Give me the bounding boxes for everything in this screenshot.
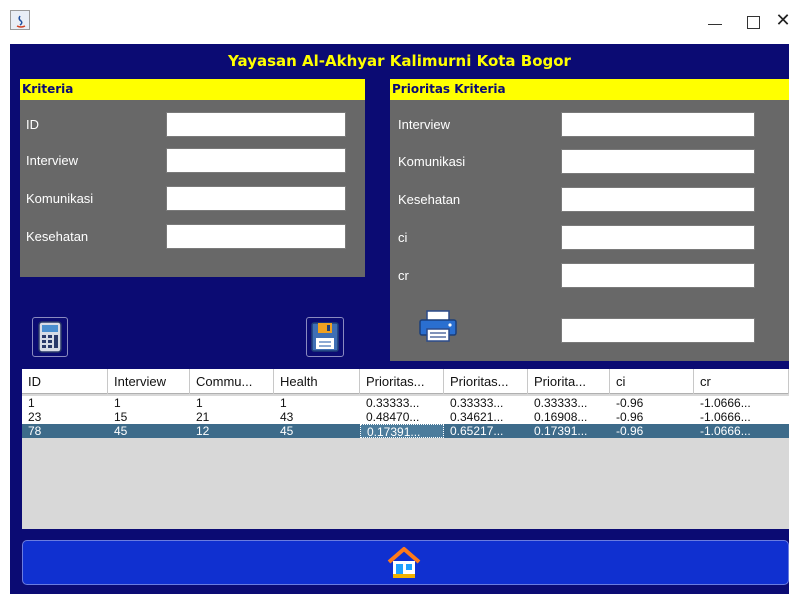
interview-field[interactable] bbox=[166, 148, 346, 173]
table-cell: -0.96 bbox=[616, 410, 644, 424]
app-content: Yayasan Al-Akhyar Kalimurni Kota Bogor K… bbox=[10, 44, 789, 594]
calculate-button[interactable] bbox=[32, 317, 68, 357]
table-cell-focused: 0.17391... bbox=[360, 424, 444, 438]
column-header-cr[interactable]: cr bbox=[694, 369, 789, 394]
column-header-prioritas-1[interactable]: Prioritas... bbox=[360, 369, 444, 394]
table-cell: 0.65217... bbox=[450, 424, 504, 438]
application-window: ✕ Yayasan Al-Akhyar Kalimurni Kota Bogor… bbox=[0, 0, 789, 594]
table-cell: 15 bbox=[114, 410, 128, 424]
print-button[interactable] bbox=[402, 307, 474, 345]
prioritas-interview-label: Interview bbox=[398, 117, 451, 132]
prioritas-kesehatan-field[interactable] bbox=[561, 187, 755, 212]
column-header-prioritas-2[interactable]: Prioritas... bbox=[444, 369, 528, 394]
close-button[interactable]: ✕ bbox=[768, 10, 789, 34]
table-cell: -1.0666... bbox=[700, 410, 751, 424]
column-header-ci[interactable]: ci bbox=[610, 369, 694, 394]
table-cell: 1 bbox=[280, 396, 287, 410]
column-header-interview[interactable]: Interview bbox=[108, 369, 190, 394]
table-header: ID Interview Commu... Health Prioritas..… bbox=[22, 369, 789, 394]
prioritas-interview-field[interactable] bbox=[561, 112, 755, 137]
kesehatan-label: Kesehatan bbox=[26, 229, 89, 244]
cr-field[interactable] bbox=[561, 263, 755, 288]
table-cell: 21 bbox=[196, 410, 210, 424]
table-row-selected[interactable]: 78 45 12 45 0.17391... 0.65217... 0.1739… bbox=[22, 424, 789, 438]
save-button[interactable] bbox=[306, 317, 344, 357]
table-cell: 0.33333... bbox=[366, 396, 420, 410]
table-cell: 45 bbox=[114, 424, 128, 438]
kriteria-panel: Kriteria ID Interview Komunikasi Kesehat… bbox=[20, 79, 365, 277]
prioritas-kriteria-panel: Prioritas Kriteria Interview Komunikasi … bbox=[390, 79, 789, 361]
table-cell: 45 bbox=[280, 424, 294, 438]
column-header-prioritas-3[interactable]: Priorita... bbox=[528, 369, 610, 394]
maximize-button[interactable] bbox=[738, 10, 768, 34]
title-bar: ✕ bbox=[0, 0, 789, 44]
table-cell: 78 bbox=[28, 424, 42, 438]
minimize-button[interactable] bbox=[700, 10, 730, 34]
table-cell: 0.34621... bbox=[450, 410, 504, 424]
kriteria-table[interactable]: ID Interview Commu... Health Prioritas..… bbox=[22, 369, 789, 529]
table-cell: -1.0666... bbox=[700, 424, 751, 438]
table-cell: 0.16908... bbox=[534, 410, 588, 424]
prioritas-kesehatan-label: Kesehatan bbox=[398, 192, 461, 207]
interview-label: Interview bbox=[26, 153, 79, 168]
table-cell: -1.0666... bbox=[700, 396, 751, 410]
table-cell: 0.48470... bbox=[366, 410, 420, 424]
table-cell: 0.33333... bbox=[450, 396, 504, 410]
table-cell: 12 bbox=[196, 424, 210, 438]
id-label: ID bbox=[26, 117, 39, 132]
ci-label: ci bbox=[398, 230, 408, 245]
table-cell: -0.96 bbox=[616, 424, 644, 438]
prioritas-komunikasi-field[interactable] bbox=[561, 149, 755, 174]
column-header-commu[interactable]: Commu... bbox=[190, 369, 274, 394]
table-row[interactable]: 1 1 1 1 0.33333... 0.33333... 0.33333...… bbox=[22, 396, 789, 410]
table-cell: 23 bbox=[28, 410, 42, 424]
id-field[interactable] bbox=[166, 112, 346, 137]
table-cell: 1 bbox=[114, 396, 121, 410]
table-cell: 1 bbox=[28, 396, 35, 410]
prioritas-kriteria-header: Prioritas Kriteria bbox=[390, 79, 789, 100]
cr-label: cr bbox=[398, 268, 409, 283]
prioritas-extra-field[interactable] bbox=[561, 318, 755, 343]
home-button[interactable] bbox=[22, 540, 789, 585]
table-cell: 43 bbox=[280, 410, 294, 424]
prioritas-komunikasi-label: Komunikasi bbox=[398, 154, 466, 169]
table-cell: 1 bbox=[196, 396, 203, 410]
java-app-icon bbox=[10, 10, 30, 30]
ci-field[interactable] bbox=[561, 225, 755, 250]
komunikasi-field[interactable] bbox=[166, 186, 346, 211]
table-cell: -0.96 bbox=[616, 396, 644, 410]
table-cell: 0.33333... bbox=[534, 396, 588, 410]
kesehatan-field[interactable] bbox=[166, 224, 346, 249]
kriteria-header: Kriteria bbox=[20, 79, 365, 100]
app-title: Yayasan Al-Akhyar Kalimurni Kota Bogor bbox=[228, 52, 571, 70]
table-row[interactable]: 23 15 21 43 0.48470... 0.34621... 0.1690… bbox=[22, 410, 789, 424]
komunikasi-label: Komunikasi bbox=[26, 191, 94, 206]
column-header-health[interactable]: Health bbox=[274, 369, 360, 394]
table-cell: 0.17391... bbox=[534, 424, 588, 438]
column-header-id[interactable]: ID bbox=[22, 369, 108, 394]
